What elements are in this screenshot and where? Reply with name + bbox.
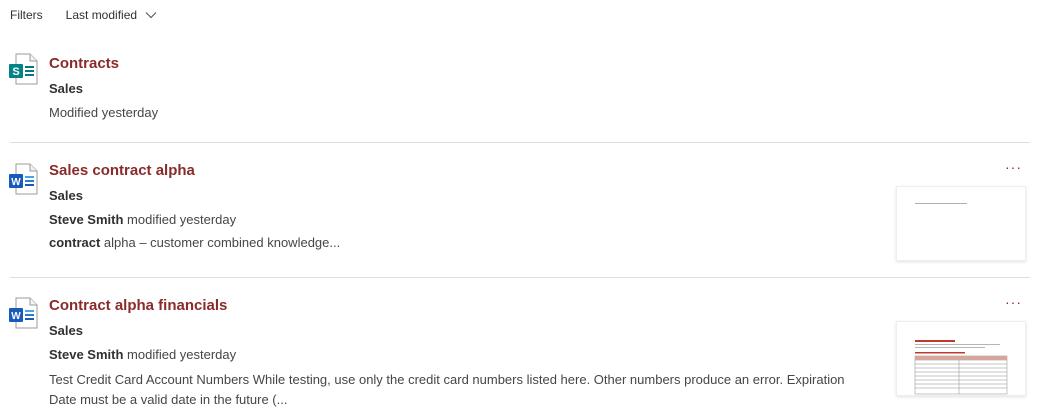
search-result: W Contract alpha financials ··· Sales St…: [0, 290, 1049, 415]
result-site: Sales: [49, 188, 83, 203]
sort-dropdown[interactable]: Last modified: [66, 8, 157, 22]
result-site: Sales: [49, 323, 83, 338]
snippet-highlight: contract: [49, 235, 101, 250]
result-site: Sales: [49, 81, 83, 96]
result-snippet: Test Credit Card Account Numbers While t…: [49, 372, 845, 407]
document-thumbnail[interactable]: [896, 186, 1026, 261]
result-author: Steve Smith: [49, 212, 124, 227]
word-doc-icon: W: [9, 297, 38, 329]
result-modified: Modified yesterday: [49, 105, 159, 120]
result-snippet: contract alpha – customer combined knowl…: [49, 233, 340, 253]
filters-label: Filters: [10, 8, 43, 22]
result-title[interactable]: Contracts: [49, 55, 119, 72]
result-modified-suffix: modified yesterday: [123, 347, 237, 362]
thumbnail-image: [897, 187, 1025, 260]
thumbnail-image: [897, 322, 1025, 395]
chevron-down-icon: [145, 12, 157, 19]
result-modified: Steve Smith modified yesterday: [49, 212, 236, 227]
svg-text:W: W: [11, 311, 21, 322]
filters-bar: Filters Last modified: [10, 7, 157, 23]
document-thumbnail[interactable]: [896, 321, 1026, 396]
search-result: S Contracts Sales Modified yesterday: [0, 48, 1049, 143]
svg-text:W: W: [11, 177, 21, 188]
more-options-icon[interactable]: ···: [1005, 294, 1022, 310]
result-author: Steve Smith: [49, 347, 124, 362]
sharepoint-list-icon: S: [9, 53, 38, 85]
sort-dropdown-value: Last modified: [65, 8, 138, 22]
svg-text:S: S: [12, 66, 19, 78]
result-modified: Steve Smith modified yesterday: [49, 347, 236, 362]
divider: [10, 142, 1030, 143]
result-modified-suffix: modified yesterday: [123, 212, 237, 227]
search-result: W Sales contract alpha ··· Sales Steve S…: [0, 155, 1049, 277]
snippet-text: alpha – customer combined knowledge...: [100, 235, 341, 250]
word-doc-icon: W: [9, 163, 38, 195]
divider: [10, 277, 1030, 278]
result-title[interactable]: Contract alpha financials: [49, 297, 227, 314]
result-title[interactable]: Sales contract alpha: [49, 162, 195, 179]
more-options-icon[interactable]: ···: [1005, 159, 1022, 175]
